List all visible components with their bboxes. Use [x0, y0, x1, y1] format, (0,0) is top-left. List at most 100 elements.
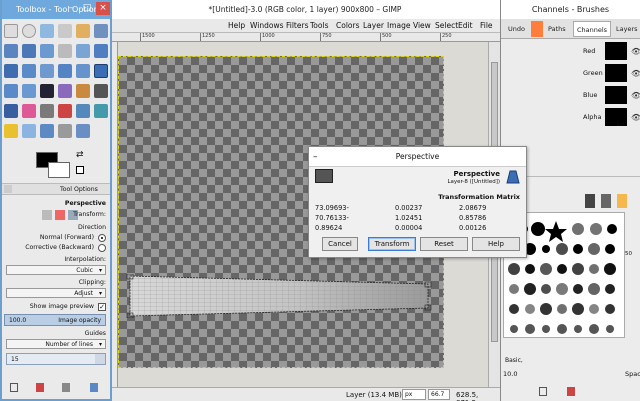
brush-preview-icon[interactable] — [585, 194, 595, 208]
reset-button[interactable]: Reset — [420, 237, 468, 251]
clipping-select[interactable]: Adjust — [6, 288, 106, 298]
clone-icon[interactable] — [76, 104, 90, 118]
channel-row-blue[interactable]: Blue 👁 — [501, 84, 640, 106]
spin-arrows-icon[interactable] — [95, 354, 105, 364]
reset-options-icon[interactable] — [90, 383, 98, 392]
menu-edit[interactable]: Edit — [458, 21, 473, 30]
ellipse-select-icon[interactable] — [22, 24, 36, 38]
zoom-select[interactable]: 66.7 % — [428, 389, 450, 400]
interpolation-select[interactable]: Cubic — [6, 265, 106, 275]
align-icon[interactable] — [4, 64, 18, 78]
foreground-select-icon[interactable] — [4, 44, 18, 58]
image-opacity-slider[interactable]: 100.0 Image opacity — [4, 314, 106, 326]
channel-row-green[interactable]: Green 👁 — [501, 62, 640, 84]
tool-options-tab[interactable]: Tool Options — [60, 186, 98, 193]
menu-filters[interactable]: Filters — [286, 21, 308, 30]
menu-file[interactable]: File — [480, 21, 493, 30]
eye-icon[interactable]: 👁 — [631, 113, 640, 122]
pencil-icon[interactable] — [94, 84, 108, 98]
dialog-menu-icon[interactable]: – — [313, 147, 318, 167]
menu-select[interactable]: Select — [435, 21, 458, 30]
move-icon[interactable] — [94, 44, 108, 58]
save-options-icon[interactable] — [10, 383, 18, 392]
shear-icon[interactable] — [76, 64, 90, 78]
show-preview-row[interactable]: Show image preview ✓ — [2, 303, 110, 311]
perspective-tool-icon[interactable] — [94, 64, 108, 78]
perspective-clone-icon[interactable] — [4, 124, 18, 138]
pattern-preview-icon[interactable] — [601, 194, 611, 208]
menu-image[interactable]: Image — [387, 21, 411, 30]
radio-normal[interactable] — [98, 234, 106, 242]
delete-icon[interactable] — [567, 387, 575, 396]
eraser-icon[interactable] — [22, 104, 36, 118]
cage-icon[interactable] — [22, 84, 36, 98]
lines-spinbox[interactable]: 15 — [6, 353, 106, 365]
crop-icon[interactable] — [22, 64, 36, 78]
ink-icon[interactable] — [58, 104, 72, 118]
fuzzy-select-icon[interactable] — [58, 24, 72, 38]
brush-spacing-value[interactable]: 10.0 — [503, 370, 517, 378]
dodge-burn-icon[interactable] — [58, 124, 72, 138]
smudge-icon[interactable] — [40, 124, 54, 138]
perspective-preview[interactable] — [126, 274, 432, 318]
eye-icon[interactable]: 👁 — [631, 47, 640, 56]
eye-icon[interactable]: 👁 — [631, 91, 640, 100]
guides-select[interactable]: Number of lines — [6, 339, 106, 349]
tab-icon[interactable] — [4, 185, 12, 193]
airbrush-icon[interactable] — [40, 104, 54, 118]
unit-select[interactable]: px — [402, 389, 426, 400]
blur-icon[interactable] — [22, 124, 36, 138]
color-select-icon[interactable] — [76, 24, 90, 38]
heal-icon[interactable] — [94, 104, 108, 118]
direction-corrective[interactable]: Corrective (Backward) — [2, 244, 110, 252]
close-icon[interactable]: × — [96, 2, 110, 15]
tab-channels[interactable]: Channels — [573, 21, 612, 37]
transform-selection-icon[interactable] — [55, 210, 65, 220]
bucket-fill-icon[interactable] — [58, 84, 72, 98]
cancel-button[interactable]: Cancel — [322, 237, 358, 251]
scale-icon[interactable] — [58, 64, 72, 78]
rect-select-icon[interactable] — [4, 24, 18, 38]
mypaint-icon[interactable] — [76, 124, 90, 138]
paths-tool-icon[interactable] — [22, 44, 36, 58]
tab-layers[interactable]: Layers — [613, 21, 640, 37]
zoom-icon[interactable] — [58, 44, 72, 58]
transform-button[interactable]: Transform — [368, 237, 416, 251]
menu-tools[interactable]: Tools — [310, 21, 328, 30]
gradient-preview-icon[interactable] — [617, 194, 627, 208]
text-icon[interactable] — [40, 84, 54, 98]
menu-layer[interactable]: Layer — [363, 21, 384, 30]
direction-normal[interactable]: Normal (Forward) — [2, 234, 110, 242]
scissors-icon[interactable] — [94, 24, 108, 38]
help-button[interactable]: Help — [472, 237, 520, 251]
blend-icon[interactable] — [76, 84, 90, 98]
show-preview-checkbox[interactable]: ✓ — [98, 303, 106, 311]
channel-row-red[interactable]: Red 👁 — [501, 40, 640, 62]
tab-undo[interactable]: Undo — [505, 21, 528, 37]
horizontal-ruler[interactable]: 1500 1250 1000 750 500 250 — [110, 33, 500, 42]
transform-layer-icon[interactable] — [42, 210, 52, 220]
paintbrush-icon[interactable] — [4, 104, 18, 118]
flip-icon[interactable] — [4, 84, 18, 98]
paths-icon[interactable] — [531, 21, 543, 37]
radio-corrective[interactable] — [98, 244, 106, 252]
measure-icon[interactable] — [76, 44, 90, 58]
tab-paths[interactable]: Paths — [545, 21, 569, 37]
menu-windows[interactable]: Windows — [250, 21, 283, 30]
delete-options-icon[interactable] — [62, 383, 70, 392]
minimize-icon[interactable]: – — [64, 2, 78, 15]
menu-help[interactable]: Help — [228, 21, 245, 30]
color-picker-icon[interactable] — [40, 44, 54, 58]
restore-options-icon[interactable] — [36, 383, 44, 392]
menu-colors[interactable]: Colors — [336, 21, 360, 30]
brush-tag[interactable]: Basic, — [505, 357, 523, 364]
free-select-icon[interactable] — [40, 24, 54, 38]
background-color[interactable] — [48, 162, 70, 178]
duplicate-icon[interactable] — [539, 387, 547, 396]
color-swatches[interactable]: ⇄ — [36, 150, 86, 184]
swap-colors-icon[interactable]: ⇄ — [76, 150, 84, 160]
rotate-icon[interactable] — [40, 64, 54, 78]
eye-icon[interactable]: 👁 — [631, 69, 640, 78]
maximize-icon[interactable]: □ — [80, 2, 94, 15]
default-colors-icon[interactable] — [76, 166, 84, 174]
